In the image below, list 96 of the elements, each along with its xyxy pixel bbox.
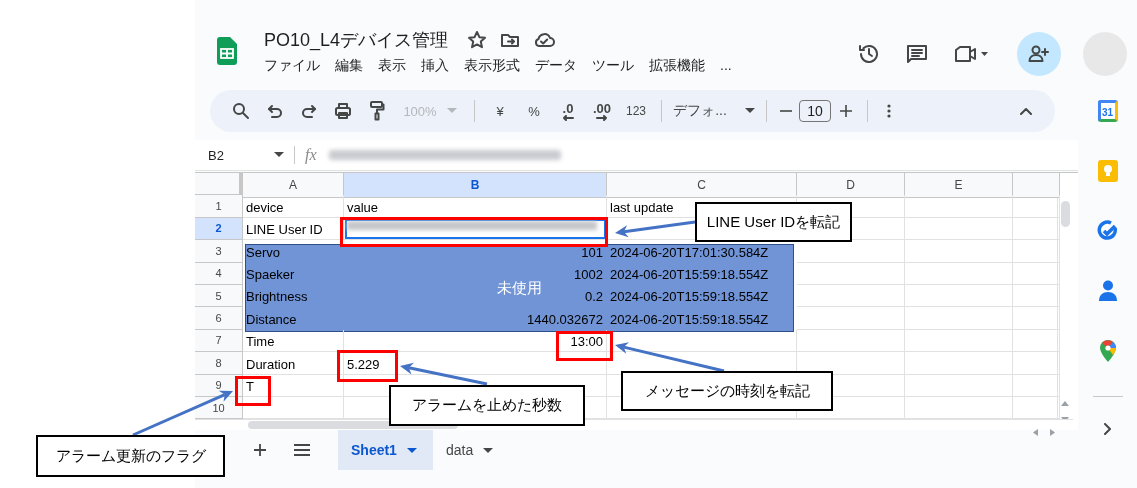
paint-roller-icon (369, 101, 385, 121)
column-header[interactable]: C (607, 173, 797, 198)
table-cell: Spaeker (246, 266, 295, 282)
map-pin-icon (1099, 340, 1116, 362)
menu-item[interactable]: データ (535, 57, 583, 75)
calendar-icon: 31 (1097, 100, 1118, 122)
table-cell: Brightness (246, 289, 308, 305)
table-cell: 101 (581, 244, 603, 260)
cell-reference[interactable]: B2 (195, 147, 274, 163)
print-icon (334, 102, 352, 120)
row-header[interactable]: 5 (195, 284, 243, 308)
table-cell: 2024-06-20T15:59:18.554Z (610, 266, 769, 282)
spreadsheet-logo-icon[interactable] (217, 37, 237, 65)
column-header[interactable]: B (344, 173, 607, 198)
row-header[interactable]: 1 (195, 195, 243, 218)
comment-icon (905, 42, 929, 66)
row-header[interactable]: 2 (195, 217, 243, 241)
table-cell: 2024-06-20T15:59:18.554Z (610, 289, 769, 305)
row-header[interactable]: 7 (195, 329, 243, 353)
table-cell: value (344, 195, 607, 218)
chevron-up-icon (1020, 107, 1032, 115)
table-cell: device (243, 195, 344, 218)
highlight-frame (556, 331, 613, 361)
table-cell: Duration (243, 352, 344, 375)
menu-icon (294, 444, 310, 456)
table-cell: T (243, 374, 344, 397)
highlight-frame (337, 350, 398, 382)
percent-button[interactable]: % (517, 95, 551, 127)
more-icon (887, 104, 891, 118)
share-button[interactable] (1017, 32, 1061, 76)
redo-icon (301, 104, 317, 118)
sheet-tab[interactable]: data (432, 430, 510, 470)
row-header[interactable]: 6 (195, 307, 243, 330)
highlight-frame (235, 376, 271, 406)
caret-icon (406, 447, 417, 453)
person-add-icon (1028, 43, 1050, 65)
callout-label: アラーム更新のフラグ (36, 435, 225, 477)
document-title[interactable]: PO10_L4デバイス管理 (264, 28, 449, 52)
caret-icon (483, 447, 494, 453)
scroll-right-icon[interactable] (1050, 429, 1055, 436)
scroll-left-icon[interactable] (1033, 429, 1038, 436)
callout-label: LINE User IDを転記 (695, 202, 852, 242)
table-cell: Servo (246, 244, 280, 260)
table-cell: 1002 (574, 266, 603, 282)
sheet-tab[interactable]: Sheet1 (338, 430, 433, 470)
column-header[interactable]: D (797, 173, 905, 198)
row-header[interactable]: 3 (195, 240, 243, 263)
table-cell: 2024-06-20T15:59:18.554Z (610, 311, 769, 327)
currency-button[interactable]: ¥ (483, 95, 517, 127)
column-header[interactable]: A (243, 173, 344, 198)
overlay-label: 未使用 (497, 278, 542, 298)
blurred-cell-value[interactable] (344, 217, 607, 241)
caret-icon (446, 108, 457, 114)
font-size-field[interactable]: 10 (799, 100, 831, 122)
caret-icon (744, 108, 755, 114)
table-cell: 2024-06-20T17:01:30.584Z (610, 244, 769, 260)
plus-icon (840, 105, 852, 117)
left-arrow-icon (562, 114, 574, 121)
vertical-scrollbar-thumb[interactable] (1061, 201, 1070, 227)
menu-item[interactable]: 表示 (378, 57, 412, 75)
search-icon (232, 102, 250, 120)
callout-label: メッセージの時刻を転記 (621, 371, 833, 411)
menu-item[interactable]: 挿入 (421, 57, 455, 75)
person-icon (1098, 280, 1117, 302)
menu-item[interactable]: 編集 (335, 57, 369, 75)
function-label: fx (305, 146, 317, 164)
menu-item[interactable]: 拡張機能 (649, 57, 711, 75)
table-cell: LINE User ID (243, 217, 344, 241)
column-header[interactable]: E (905, 173, 1013, 198)
menu-item[interactable]: ファイル (264, 57, 326, 75)
increase-decimal-button[interactable]: .00 (585, 95, 619, 127)
table-cell: 0.2 (584, 289, 603, 305)
plus-icon (254, 444, 266, 456)
number-format-button[interactable]: 123 (619, 95, 653, 127)
history-icon (857, 42, 881, 66)
star-icon[interactable] (467, 30, 488, 50)
row-header[interactable]: 4 (195, 262, 243, 285)
cloud-check-icon[interactable] (533, 30, 556, 50)
right-arrow-icon (596, 114, 608, 121)
menu-item[interactable]: 表示形式 (464, 57, 526, 75)
menu-item[interactable]: ... (720, 57, 738, 75)
calendar-app-button[interactable]: 31 (1097, 100, 1118, 160)
callout-label: アラームを止めた秒数 (389, 385, 585, 426)
scroll-up-icon[interactable] (1061, 401, 1069, 406)
caret-icon[interactable] (274, 152, 284, 158)
table-cell: Distance (246, 311, 297, 327)
font-dropdown[interactable]: デフォ... (670, 95, 758, 127)
check-circle-icon (1096, 220, 1119, 242)
undo-icon (267, 104, 283, 118)
minus-icon (780, 110, 792, 112)
chevron-right-icon (1103, 423, 1112, 435)
lightbulb-icon (1097, 160, 1118, 182)
decrease-decimal-button[interactable]: .0 (551, 95, 585, 127)
table-cell: 1440.032672 (527, 311, 603, 327)
menu-item[interactable]: ツール (592, 57, 640, 75)
row-header[interactable]: 8 (195, 352, 243, 375)
